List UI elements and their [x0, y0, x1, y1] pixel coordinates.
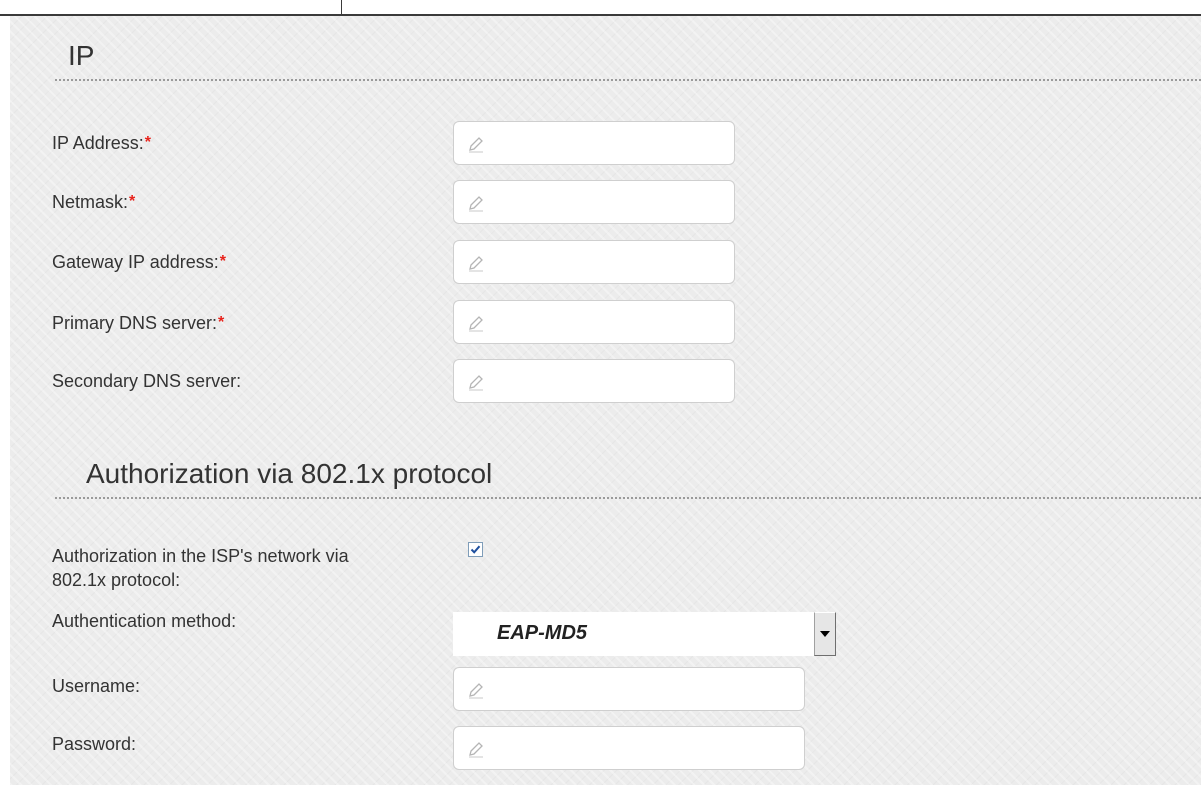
required-marker: * — [218, 314, 225, 331]
password-input[interactable] — [453, 726, 805, 770]
ip-address-input[interactable] — [453, 121, 735, 165]
gateway-ip-input[interactable] — [453, 240, 735, 284]
required-marker: * — [219, 253, 226, 270]
required-marker: * — [144, 134, 151, 151]
auth-method-select[interactable]: EAP-MD5 — [453, 612, 836, 656]
auth-method-label: Authentication method: — [52, 611, 237, 631]
username-input[interactable] — [453, 667, 805, 711]
section-divider-ip — [55, 79, 1201, 81]
primary-dns-label: Primary DNS server:* — [52, 313, 225, 333]
secondary-dns-label: Secondary DNS server: — [52, 371, 242, 391]
top-frame-bar — [0, 0, 1201, 16]
netmask-label: Netmask:* — [52, 192, 136, 212]
gateway-ip-label: Gateway IP address:* — [52, 252, 226, 272]
auth-enable-checkbox[interactable] — [468, 542, 483, 557]
pencil-icon — [469, 683, 483, 699]
section-title-authorization: Authorization via 802.1x protocol — [86, 458, 493, 489]
password-label: Password: — [52, 734, 137, 754]
pencil-icon — [469, 375, 483, 391]
username-label: Username: — [52, 676, 141, 696]
ip-address-label: IP Address:* — [52, 133, 151, 153]
section-divider-authorization — [55, 497, 1201, 499]
checkmark-icon — [470, 545, 481, 554]
netmask-input[interactable] — [453, 180, 735, 224]
section-title-ip: IP — [68, 40, 95, 71]
top-frame-divider — [341, 0, 342, 14]
pencil-icon — [469, 316, 483, 332]
chevron-down-icon — [820, 631, 830, 637]
required-marker: * — [129, 193, 136, 210]
pencil-icon — [469, 256, 483, 272]
secondary-dns-input[interactable] — [453, 359, 735, 403]
pencil-icon — [469, 196, 483, 212]
dropdown-arrow-button[interactable] — [814, 612, 836, 656]
auth-method-value: EAP-MD5 — [497, 622, 588, 644]
primary-dns-input[interactable] — [453, 300, 735, 344]
pencil-icon — [469, 742, 483, 758]
pencil-icon — [469, 137, 483, 153]
auth-enable-label: Authorization in the ISP's network via 8… — [52, 546, 349, 590]
